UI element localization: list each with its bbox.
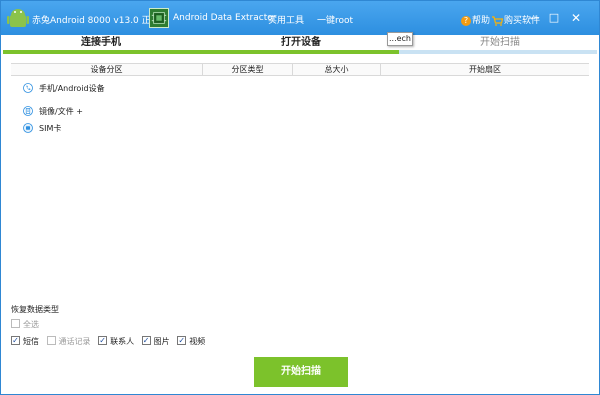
- checkbox-box[interactable]: [11, 319, 20, 328]
- checkbox-label: 通话记录: [58, 337, 91, 346]
- partition-table-header: 设备分区 分区类型 总大小 开始扇区: [11, 63, 589, 76]
- column-device-partition[interactable]: 设备分区: [11, 64, 203, 76]
- checkbox-call-log[interactable]: 通话记录: [46, 336, 91, 347]
- checkbox-videos[interactable]: ✓ 视频: [177, 336, 205, 347]
- tree-item-label: 手机/Android设备: [39, 84, 105, 93]
- checkbox-label: 视频: [189, 337, 206, 346]
- step-open-device: 打开设备: [281, 37, 321, 48]
- checkbox-label: 短信: [23, 337, 39, 346]
- checkbox-box[interactable]: ✓: [11, 336, 20, 345]
- maximize-button[interactable]: □: [547, 11, 561, 25]
- checkbox-label: 图片: [153, 337, 170, 346]
- tree-item-image-file[interactable]: 镜像/文件 +: [23, 105, 83, 118]
- chip-icon[interactable]: [149, 8, 169, 28]
- step-connect-phone: 连接手机: [81, 37, 121, 48]
- step-start-scan: 开始扫描: [480, 37, 520, 48]
- tree-item-sim-card[interactable]: SIM卡: [23, 122, 62, 135]
- question-icon: ?: [461, 15, 471, 26]
- title-bar: 赤兔Android 8000 v13.0 正式版 Android Data Ex…: [1, 1, 599, 35]
- android-app-icon: [7, 9, 29, 27]
- tree-item-label: 镜像/文件 +: [39, 107, 83, 116]
- close-button[interactable]: ✕: [569, 11, 583, 25]
- select-all-checkbox[interactable]: 全选: [11, 319, 39, 330]
- image-file-icon: [23, 105, 33, 116]
- select-all-label: 全选: [23, 320, 39, 329]
- tree-item-android-device[interactable]: 手机/Android设备: [23, 82, 105, 95]
- help-label: 帮助: [472, 16, 491, 26]
- column-partition-type[interactable]: 分区类型: [203, 64, 293, 76]
- sim-card-icon: [23, 122, 33, 133]
- data-extractor-link[interactable]: Android Data Extractor: [173, 13, 276, 23]
- checkbox-pictures[interactable]: ✓ 图片: [141, 336, 170, 347]
- help-link[interactable]: ? 帮助: [461, 13, 490, 26]
- data-type-options: ✓ 短信 通话记录 ✓ 联系人 ✓ 图片 ✓ 视频: [11, 336, 210, 347]
- checkbox-box[interactable]: [46, 336, 56, 345]
- checkbox-label: 联系人: [110, 337, 135, 346]
- step-progress-fill: [3, 50, 400, 54]
- menu-utility-tools[interactable]: 实用工具: [268, 13, 304, 26]
- start-scan-button[interactable]: 开始扫描: [254, 357, 348, 387]
- step-progress-track: [3, 50, 597, 54]
- recover-data-type-title: 恢复数据类型: [11, 305, 59, 314]
- tree-item-label: SIM卡: [39, 124, 62, 133]
- main-window: 赤兔Android 8000 v13.0 正式版 Android Data Ex…: [0, 0, 600, 395]
- menu-one-click-root[interactable]: 一键root: [317, 13, 353, 26]
- checkbox-box[interactable]: ✓: [177, 336, 187, 345]
- column-total-size[interactable]: 总大小: [293, 64, 381, 76]
- minimize-button[interactable]: —: [527, 11, 541, 25]
- checkbox-contacts[interactable]: ✓ 联系人: [98, 336, 134, 347]
- checkbox-box[interactable]: ✓: [141, 336, 151, 345]
- column-start-sector[interactable]: 开始扇区: [381, 64, 589, 76]
- checkbox-box[interactable]: ✓: [98, 336, 108, 345]
- tooltip: ...ech: [387, 32, 413, 46]
- phone-icon: [23, 82, 33, 93]
- cart-icon: [492, 15, 503, 26]
- checkbox-sms[interactable]: ✓ 短信: [11, 336, 39, 347]
